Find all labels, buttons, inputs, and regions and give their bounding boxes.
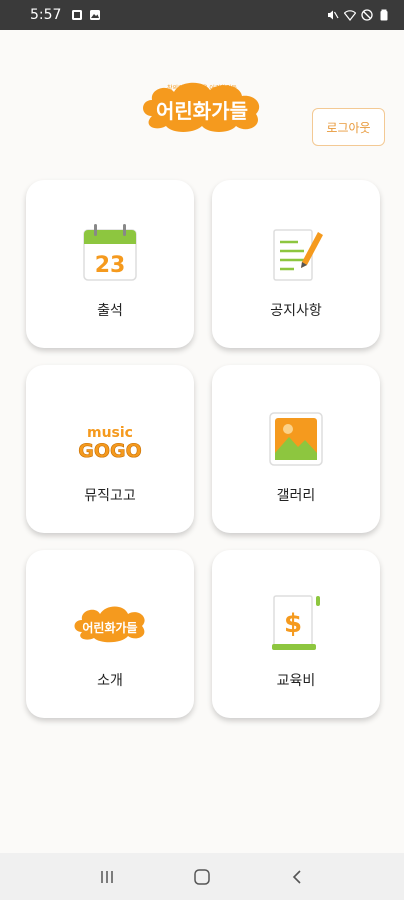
header: 창의력 미술교육 어린화가들 어린화가들 로그아웃 xyxy=(0,30,404,160)
wifi-icon xyxy=(344,10,356,21)
tile-label: 소개 xyxy=(97,673,123,689)
calendar-icon: 23 xyxy=(83,224,137,281)
notification-icon xyxy=(72,10,83,20)
tile-music-gogo[interactable]: music GOGO 뮤직고고 xyxy=(26,365,194,533)
brand-logo-icon: 어린화가들 xyxy=(74,606,145,643)
logo-tagline: 창의력 미술교육 어린화가들 xyxy=(167,84,238,92)
dollar-symbol: $ xyxy=(284,609,302,639)
tile-about[interactable]: 어린화가들 소개 xyxy=(26,550,194,718)
logo-bottom-text: GOGO xyxy=(78,440,142,462)
tile-gallery[interactable]: 갤러리 xyxy=(212,365,380,533)
home-button[interactable] xyxy=(182,857,222,897)
battery-icon xyxy=(380,9,388,21)
tile-label: 갤러리 xyxy=(276,488,316,504)
back-button[interactable] xyxy=(277,857,317,897)
tile-label: 출석 xyxy=(97,303,123,319)
tuition-icon: $ xyxy=(272,595,320,650)
tile-label: 뮤직고고 xyxy=(84,488,136,504)
status-time: 5:57 xyxy=(30,7,62,23)
recent-apps-button[interactable] xyxy=(87,857,127,897)
tile-label: 공지사항 xyxy=(270,303,322,319)
logo-text: 어린화가들 xyxy=(156,99,248,123)
tile-notice[interactable]: 공지사항 xyxy=(212,180,380,348)
system-nav-bar xyxy=(0,853,404,900)
dnd-icon xyxy=(361,9,373,21)
logout-button[interactable]: 로그아웃 xyxy=(312,108,385,146)
tile-attendance[interactable]: 23 출석 xyxy=(26,180,194,348)
brand-logo: 창의력 미술교육 어린화가들 어린화가들 xyxy=(143,82,260,132)
back-icon xyxy=(292,869,301,884)
recent-apps-icon xyxy=(101,870,114,883)
tile-tuition[interactable]: $ 교육비 xyxy=(212,550,380,718)
logo-top-text: music xyxy=(87,425,133,441)
about-logo-text: 어린화가들 xyxy=(82,620,137,635)
music-gogo-logo: music GOGO xyxy=(78,425,142,462)
calendar-day: 23 xyxy=(95,253,126,278)
notice-icon xyxy=(273,229,323,281)
home-icon xyxy=(194,868,210,885)
tile-label: 교육비 xyxy=(276,673,316,689)
gallery-icon xyxy=(269,412,323,466)
status-bar: 5:57 xyxy=(0,0,404,30)
mute-icon xyxy=(328,10,339,20)
image-notification-icon xyxy=(90,10,101,20)
